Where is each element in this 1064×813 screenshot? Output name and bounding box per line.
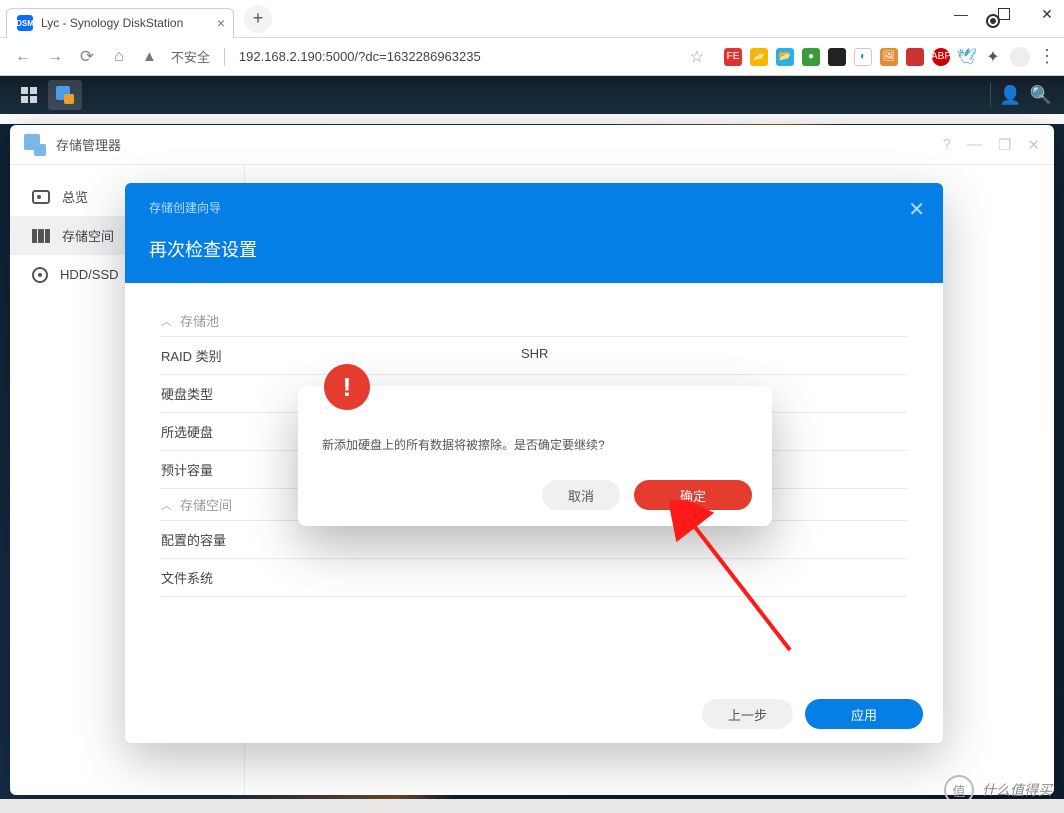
ext-bird-icon[interactable]: 🕊 — [958, 48, 976, 66]
storage-manager-icon — [24, 134, 46, 156]
back-button[interactable]: 上一步 — [702, 699, 793, 729]
chevron-up-icon: ︿ — [161, 497, 172, 513]
ext-white-icon[interactable]: ◐ — [854, 48, 872, 66]
watermark-text: 什么值得买 — [982, 780, 1052, 800]
home-button[interactable]: ⌂ — [110, 48, 128, 66]
extensions-button[interactable]: ✦ — [984, 48, 1002, 66]
browser-tab[interactable]: DSM Lyc - Synology DiskStation × — [6, 8, 234, 38]
reload-button[interactable]: ⟳ — [78, 47, 96, 67]
dsm-user-icon[interactable]: 👤 — [999, 85, 1021, 106]
window-minimize-button[interactable]: — — [952, 6, 970, 23]
new-tab-button[interactable]: + — [244, 5, 272, 33]
security-warning-icon[interactable]: ▲ — [142, 48, 157, 65]
ext-black-icon[interactable] — [828, 48, 846, 66]
dsm-search-icon[interactable]: 🔍 — [1030, 85, 1052, 106]
ext-green-icon[interactable]: ● — [802, 48, 820, 66]
extensions-area: FE 📂 📂 ● ◐ 🖼 ABP 🕊 ✦ ⋮ — [724, 47, 1056, 67]
wizard-close-button[interactable]: ✕ — [908, 197, 925, 222]
window-maximize-button[interactable]: ❐ — [998, 136, 1011, 154]
address-bar[interactable]: 192.168.2.190:5000/?dc=1632286963235 — [239, 49, 481, 64]
row-raid-type: RAID 类别SHR — [161, 337, 907, 375]
section-storage-pool[interactable]: ︿存储池 — [161, 305, 907, 337]
back-button[interactable]: ← — [14, 48, 32, 66]
warning-icon: ! — [324, 364, 370, 410]
bookmark-button[interactable]: ☆ — [690, 47, 704, 67]
window-title: 存储管理器 — [56, 135, 121, 154]
divider — [990, 83, 991, 107]
dsm-main-menu-button[interactable] — [12, 80, 46, 110]
browser-menu-button[interactable]: ⋮ — [1038, 48, 1056, 66]
chevron-up-icon: ︿ — [161, 313, 172, 329]
profile-avatar[interactable] — [1010, 47, 1030, 67]
window-controls: — ✕ — [952, 6, 1056, 23]
cancel-button[interactable]: 取消 — [542, 480, 620, 510]
window-close-button[interactable]: ✕ — [1038, 6, 1056, 23]
window-maximize-button[interactable] — [998, 8, 1010, 20]
window-header: 存储管理器 ? — ❐ ✕ — [10, 125, 1054, 165]
security-label[interactable]: 不安全 — [171, 47, 210, 66]
browser-status-icon — [986, 14, 1000, 28]
dsm-taskbar: 👤 🔍 — [0, 76, 1064, 114]
wizard-footer: 上一步 应用 — [702, 699, 923, 729]
ext-image-icon[interactable]: 🖼 — [880, 48, 898, 66]
browser-tabstrip: DSM Lyc - Synology DiskStation × + — [0, 0, 1064, 38]
overview-icon — [32, 190, 50, 204]
ext-fe-icon[interactable]: FE — [724, 48, 742, 66]
forward-button[interactable]: → — [46, 48, 64, 66]
sidebar-item-label: 总览 — [62, 187, 88, 206]
ext-blue-icon[interactable]: 📂 — [776, 48, 794, 66]
dsm-storage-manager-taskbar-icon[interactable] — [48, 80, 82, 110]
confirm-message: 新添加硬盘上的所有数据将被擦除。是否确定要继续? — [322, 436, 748, 453]
ext-yellow-icon[interactable]: 📂 — [750, 48, 768, 66]
ext-red-icon[interactable] — [906, 48, 924, 66]
sidebar-item-label: 存储空间 — [62, 226, 114, 245]
tab-title: Lyc - Synology DiskStation — [41, 16, 183, 30]
divider — [224, 48, 225, 66]
browser-toolbar: ← → ⟳ ⌂ ▲ 不安全 192.168.2.190:5000/?dc=163… — [0, 38, 1064, 76]
window-close-button[interactable]: ✕ — [1027, 136, 1040, 154]
apply-button[interactable]: 应用 — [805, 699, 923, 729]
confirm-dialog: ! 新添加硬盘上的所有数据将被擦除。是否确定要继续? 取消 确定 — [298, 386, 772, 526]
os-taskbar — [0, 799, 1064, 813]
window-minimize-button[interactable]: — — [967, 136, 982, 154]
ext-abp-icon[interactable]: ABP — [932, 48, 950, 66]
window-help-button[interactable]: ? — [943, 136, 951, 154]
wizard-title: 再次检查设置 — [149, 236, 919, 262]
sidebar-item-label: HDD/SSD — [60, 267, 119, 282]
tab-close-button[interactable]: × — [217, 15, 225, 31]
ok-button[interactable]: 确定 — [634, 480, 752, 510]
storage-space-icon — [32, 229, 50, 243]
wizard-header: 存储创建向导 再次检查设置 ✕ — [125, 183, 943, 283]
wizard-subtitle: 存储创建向导 — [149, 199, 919, 216]
row-configured-capacity: 配置的容量 — [161, 521, 907, 559]
hdd-ssd-icon — [32, 267, 48, 283]
row-filesystem: 文件系统 — [161, 559, 907, 597]
tab-favicon: DSM — [17, 15, 33, 31]
